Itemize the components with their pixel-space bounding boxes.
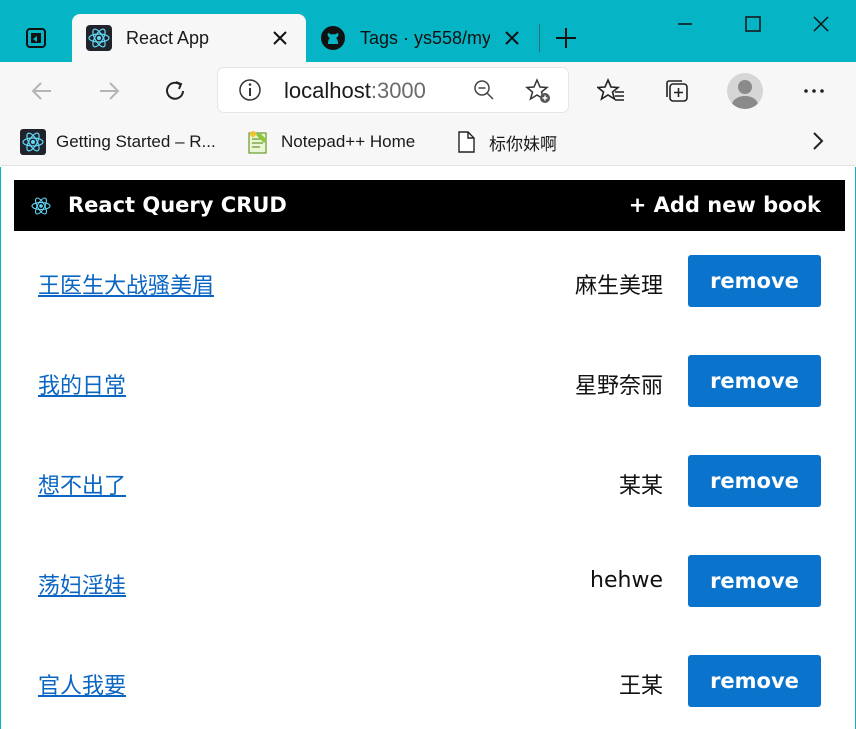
book-author: 某某 [618,474,663,499]
page-content: React Query CRUD + Add new book 王医生大战骚美眉… [0,167,856,729]
close-icon[interactable] [268,26,292,50]
bookmarks-bar: Getting Started – R... Notepad++ Home 标你… [0,118,856,166]
book-row: 荡妇淫娃 hehwe remove [14,555,845,655]
book-row: 官人我要 王某 remove [14,655,845,729]
book-title-link[interactable]: 我的日常 [38,368,126,400]
collections-icon[interactable] [660,74,694,108]
book-title-link[interactable]: 想不出了 [38,468,126,500]
page-icon [453,129,479,155]
avatar[interactable] [727,73,763,109]
app-header: React Query CRUD + Add new book [14,180,845,231]
favorites-icon[interactable] [594,74,628,108]
browser-titlebar: React App Tags · ys558/my- [0,0,856,62]
book-row: 王医生大战骚美眉 麻生美理 remove [14,255,845,355]
add-new-book-link[interactable]: + Add new book [629,193,821,217]
refresh-button[interactable] [158,74,192,108]
book-author: hehwe [590,568,663,593]
remove-button[interactable]: remove [688,255,821,307]
react-logo-icon [30,195,52,217]
remove-button[interactable]: remove [688,655,821,707]
book-title-link[interactable]: 官人我要 [38,668,126,700]
github-icon [320,25,346,51]
tab-actions-icon[interactable] [24,26,48,50]
bookmark-label: Getting Started – R... [56,132,216,151]
chevron-right-icon[interactable] [806,129,830,153]
tab-react-app[interactable]: React App [72,14,306,62]
close-icon[interactable] [500,26,524,50]
url-host: localhost [284,78,371,103]
app-title: React Query CRUD [68,193,287,217]
tab-title: React App [126,27,210,48]
more-menu-icon[interactable] [797,74,831,108]
zoom-out-icon[interactable] [472,78,496,102]
add-favorite-icon[interactable] [524,77,552,105]
tab-title: Tags · ys558/my- [360,27,490,48]
minimize-button[interactable] [665,10,705,38]
close-window-button[interactable] [801,10,841,38]
remove-button[interactable]: remove [688,355,821,407]
address-bar[interactable]: localhost:3000 [218,68,568,112]
bookmark-label: Notepad++ Home [281,132,416,151]
back-button[interactable] [25,74,59,108]
remove-button[interactable]: remove [688,555,821,607]
book-author: 星野奈丽 [574,374,663,399]
url-port: :3000 [370,78,426,103]
tab-separator [539,24,540,52]
react-icon [86,25,112,51]
book-author: 王某 [618,674,663,699]
forward-button[interactable] [92,74,126,108]
book-row: 想不出了 某某 remove [14,455,845,555]
url-text[interactable]: localhost:3000 [284,78,426,104]
book-row: 我的日常 星野奈丽 remove [14,355,845,455]
bookmark-notepad[interactable]: Notepad++ Home [245,127,415,157]
bookmark-page[interactable]: 标你妹啊 [453,127,557,157]
book-title-link[interactable]: 王医生大战骚美眉 [38,268,214,300]
maximize-button[interactable] [733,10,773,38]
tab-github-tags[interactable]: Tags · ys558/my- [306,14,538,62]
bookmark-label: 标你妹啊 [489,134,557,154]
new-tab-button[interactable] [552,24,580,52]
react-icon [20,129,46,155]
info-icon[interactable] [238,78,262,102]
notepad-icon [245,129,271,155]
bookmark-getting-started[interactable]: Getting Started – R... [20,127,216,157]
book-title-link[interactable]: 荡妇淫娃 [38,568,126,600]
book-author: 麻生美理 [574,274,663,299]
remove-button[interactable]: remove [688,455,821,507]
